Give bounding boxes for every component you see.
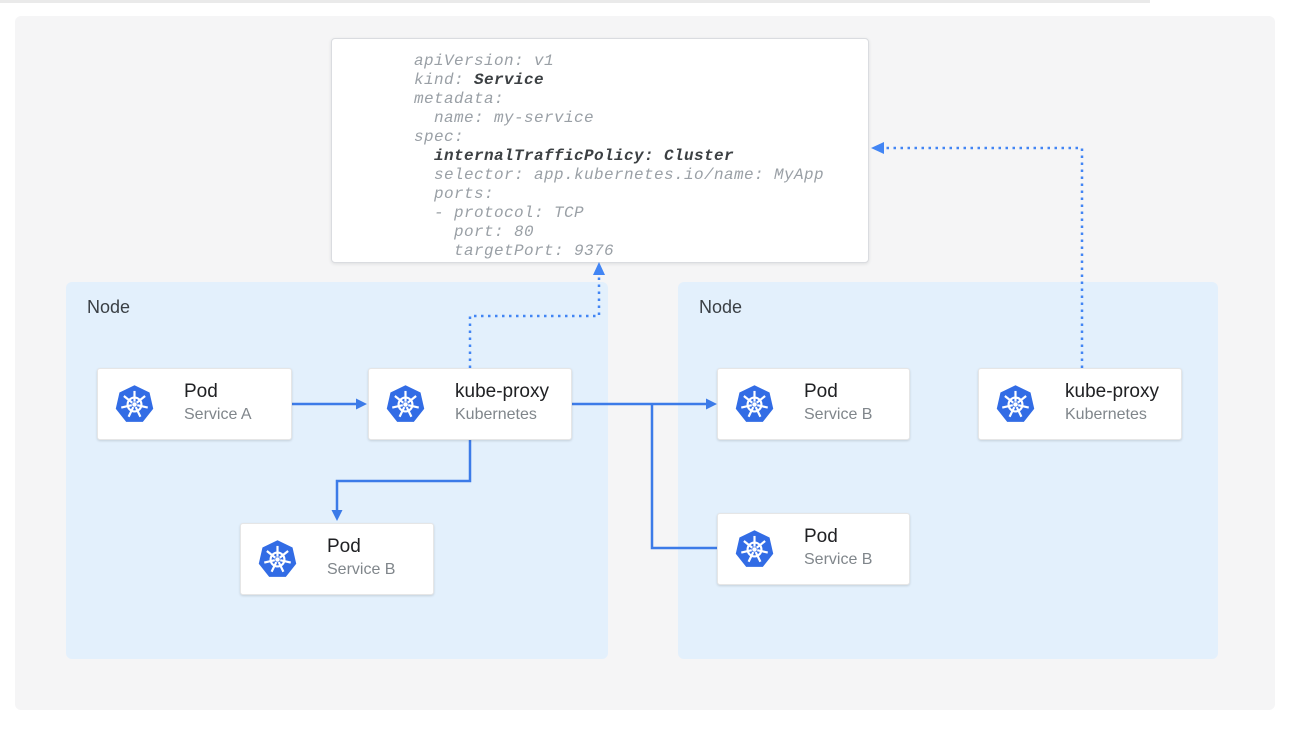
- service-yaml-card: apiVersion: v1kind: Servicemetadata: nam…: [331, 38, 869, 263]
- node-box-right: Node: [678, 282, 1218, 659]
- node-label: Node: [699, 297, 742, 318]
- kubernetes-logo-icon: [734, 529, 775, 570]
- card-subtitle: Service B: [804, 405, 872, 425]
- card-subtitle: Kubernetes: [455, 405, 549, 425]
- card-subtitle: Kubernetes: [1065, 405, 1159, 425]
- card-subtitle: Service A: [184, 405, 252, 425]
- kube-proxy-card-left: kube-proxy Kubernetes: [368, 368, 572, 440]
- yaml-code-line: port: 80: [414, 223, 868, 242]
- pod-card-service-a: Pod Service A: [97, 368, 292, 440]
- kube-proxy-card-right: kube-proxy Kubernetes: [978, 368, 1182, 440]
- yaml-code-line: name: my-service: [414, 109, 868, 128]
- yaml-code-line: apiVersion: v1: [414, 52, 868, 71]
- yaml-code-line: kind: Service: [414, 71, 868, 90]
- kubernetes-logo-icon: [385, 384, 426, 425]
- card-subtitle: Service B: [804, 550, 872, 570]
- yaml-code-line: spec:: [414, 128, 868, 147]
- card-title: Pod: [804, 525, 872, 549]
- card-title: kube-proxy: [1065, 380, 1159, 404]
- kubernetes-logo-icon: [734, 384, 775, 425]
- top-divider-line: [0, 0, 1150, 3]
- node-box-left: Node: [66, 282, 608, 659]
- kubernetes-logo-icon: [114, 384, 155, 425]
- yaml-code-line: targetPort: 9376: [414, 242, 868, 261]
- pod-card-service-b-left: Pod Service B: [240, 523, 434, 595]
- pod-card-service-b-right-bottom: Pod Service B: [717, 513, 910, 585]
- pod-card-service-b-right-top: Pod Service B: [717, 368, 910, 440]
- card-title: kube-proxy: [455, 380, 549, 404]
- kubernetes-logo-icon: [995, 384, 1036, 425]
- yaml-code-line: internalTrafficPolicy: Cluster: [414, 147, 868, 166]
- card-subtitle: Service B: [327, 560, 395, 580]
- yaml-code-line: metadata:: [414, 90, 868, 109]
- node-label: Node: [87, 297, 130, 318]
- yaml-code-block: apiVersion: v1kind: Servicemetadata: nam…: [332, 39, 868, 261]
- kubernetes-traffic-diagram: apiVersion: v1kind: Servicemetadata: nam…: [0, 0, 1296, 729]
- card-title: Pod: [184, 380, 252, 404]
- yaml-code-line: ports:: [414, 185, 868, 204]
- card-title: Pod: [804, 380, 872, 404]
- kubernetes-logo-icon: [257, 539, 298, 580]
- card-title: Pod: [327, 535, 395, 559]
- yaml-code-line: selector: app.kubernetes.io/name: MyApp: [414, 166, 868, 185]
- yaml-code-line: - protocol: TCP: [414, 204, 868, 223]
